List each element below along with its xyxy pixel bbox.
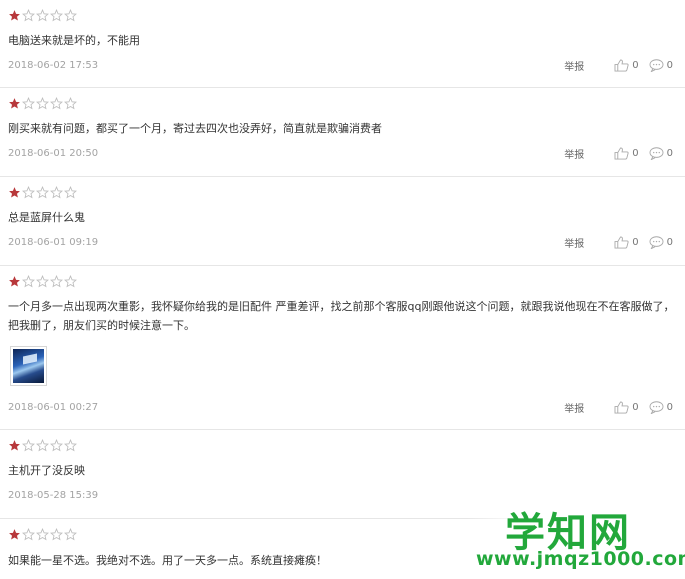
star-empty-icon — [50, 97, 63, 110]
star-empty-icon — [22, 275, 35, 288]
comment-button[interactable]: 0 — [649, 401, 673, 414]
star-empty-icon — [50, 275, 63, 288]
like-count: 0 — [632, 60, 639, 71]
thumbs-up-icon — [614, 236, 629, 249]
like-button[interactable]: 0 — [614, 401, 639, 414]
comment-bubble-icon — [649, 401, 664, 414]
star-filled-icon — [9, 187, 20, 198]
star-filled-icon — [9, 98, 20, 109]
star-empty-icon — [22, 97, 35, 110]
review-date: 2018-06-01 09:19 — [8, 237, 99, 248]
thumbs-up-icon — [614, 147, 629, 160]
star-empty-icon — [36, 439, 49, 452]
rating-stars — [8, 528, 77, 542]
comment-count: 0 — [666, 148, 673, 159]
review-date: 2018-06-02 17:53 — [8, 60, 99, 71]
star-empty-icon — [50, 9, 63, 22]
rating-stars — [8, 97, 77, 111]
comment-count: 0 — [666, 402, 673, 413]
star-empty-icon — [36, 528, 49, 541]
review-text: 总是蓝屏什么鬼 — [8, 211, 85, 224]
star-empty-icon — [36, 9, 49, 22]
star-filled-icon — [9, 10, 20, 21]
report-button[interactable]: 举报 — [564, 235, 584, 250]
review-photo-thumbnail[interactable] — [10, 346, 47, 386]
star-empty-icon — [22, 439, 35, 452]
star-filled-icon — [9, 440, 20, 451]
star-empty-icon — [64, 275, 77, 288]
star-empty-icon — [64, 528, 77, 541]
like-button[interactable]: 0 — [614, 147, 639, 160]
rating-stars — [8, 275, 77, 289]
star-empty-icon — [64, 9, 77, 22]
comment-button[interactable]: 0 — [649, 236, 673, 249]
thumbs-up-icon — [614, 401, 629, 414]
comment-bubble-icon — [649, 236, 664, 249]
report-button[interactable]: 举报 — [564, 146, 584, 161]
watermark-url: www.jmqz1000.com — [476, 548, 685, 570]
review-item: 总是蓝屏什么鬼 2018-06-01 09:19 举报 0 0 — [0, 177, 685, 266]
rating-stars — [8, 9, 77, 23]
comment-bubble-icon — [649, 59, 664, 72]
star-empty-icon — [64, 186, 77, 199]
star-filled-icon — [9, 529, 20, 540]
review-actions: 举报 0 0 — [564, 235, 673, 250]
like-count: 0 — [632, 402, 639, 413]
review-text: 刚买来就有问题，都买了一个月，寄过去四次也没弄好，简直就是欺骗消费者 — [8, 122, 382, 135]
review-text: 电脑送来就是坏的，不能用 — [8, 34, 140, 47]
review-actions: 举报 0 0 — [564, 58, 673, 73]
like-button[interactable]: 0 — [614, 59, 639, 72]
review-date: 2018-06-01 00:27 — [8, 402, 99, 413]
rating-stars — [8, 439, 77, 453]
like-button[interactable]: 0 — [614, 236, 639, 249]
review-actions: 举报 0 0 — [564, 146, 673, 161]
review-text: 主机开了没反映 — [8, 464, 85, 477]
like-count: 0 — [632, 148, 639, 159]
star-empty-icon — [22, 9, 35, 22]
star-empty-icon — [50, 439, 63, 452]
review-photo — [13, 349, 44, 383]
review-date: 2018-06-01 20:50 — [8, 148, 99, 159]
comment-count: 0 — [666, 237, 673, 248]
comment-bubble-icon — [649, 147, 664, 160]
comment-button[interactable]: 0 — [649, 147, 673, 160]
star-empty-icon — [50, 186, 63, 199]
review-text: 一个月多一点出现两次重影，我怀疑你给我的是旧配件 严重差评，找之前那个客服qq刚… — [8, 300, 675, 332]
star-empty-icon — [64, 439, 77, 452]
comment-count: 0 — [666, 60, 673, 71]
report-button[interactable]: 举报 — [564, 58, 584, 73]
star-empty-icon — [36, 186, 49, 199]
review-item: 电脑送来就是坏的，不能用 2018-06-02 17:53 举报 0 0 — [0, 0, 685, 88]
star-empty-icon — [22, 186, 35, 199]
review-item: 刚买来就有问题，都买了一个月，寄过去四次也没弄好，简直就是欺骗消费者 2018-… — [0, 88, 685, 177]
star-filled-icon — [9, 276, 20, 287]
thumbs-up-icon — [614, 59, 629, 72]
report-button[interactable]: 举报 — [564, 400, 584, 415]
star-empty-icon — [50, 528, 63, 541]
star-empty-icon — [36, 275, 49, 288]
like-count: 0 — [632, 237, 639, 248]
star-empty-icon — [64, 97, 77, 110]
star-empty-icon — [22, 528, 35, 541]
review-date: 2018-05-28 15:39 — [8, 490, 99, 501]
star-empty-icon — [36, 97, 49, 110]
review-item: 一个月多一点出现两次重影，我怀疑你给我的是旧配件 严重差评，找之前那个客服qq刚… — [0, 266, 685, 430]
review-actions: 举报 0 0 — [564, 400, 673, 415]
comment-button[interactable]: 0 — [649, 59, 673, 72]
rating-stars — [8, 186, 77, 200]
